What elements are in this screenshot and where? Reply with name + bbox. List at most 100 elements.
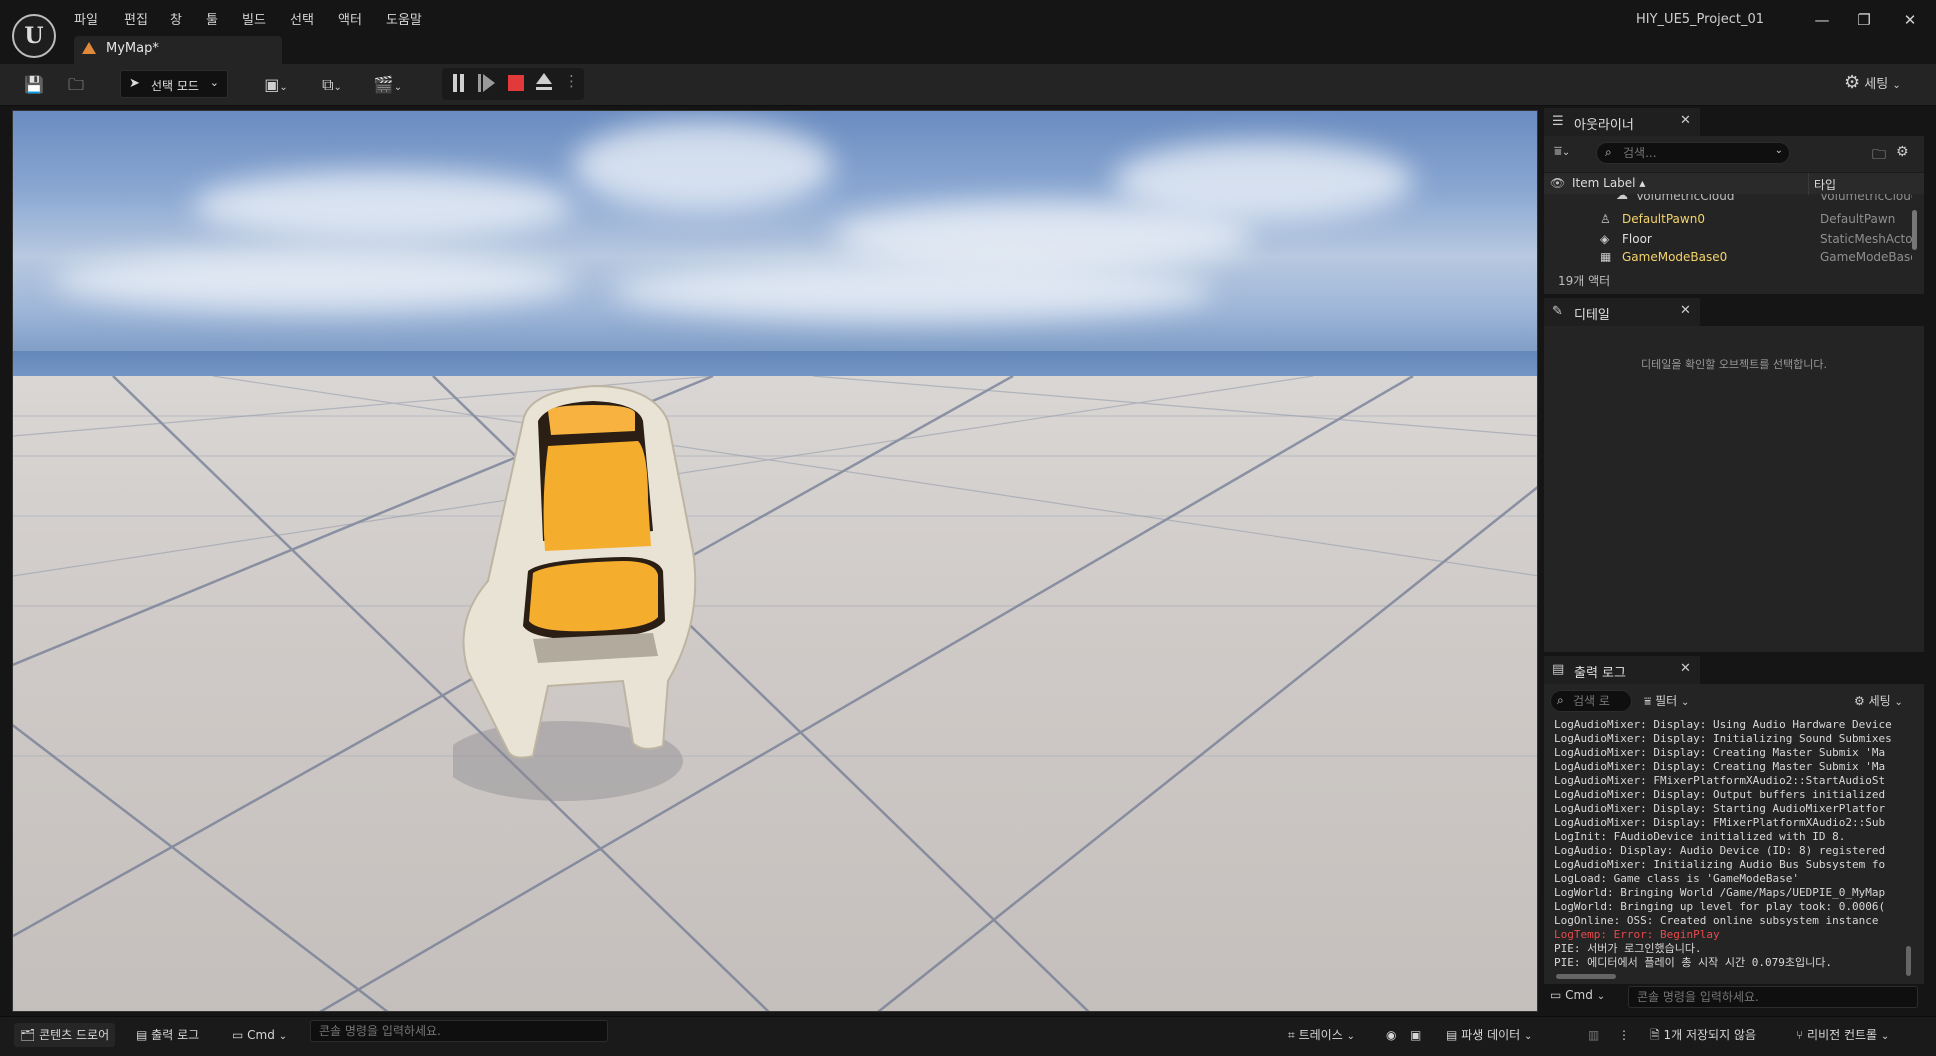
restore-button[interactable]: ❐ — [1844, 8, 1884, 32]
menu-select[interactable]: 선택 — [290, 10, 314, 32]
menu-help[interactable]: 도움말 — [386, 10, 422, 32]
log-line: LogAudioMixer: Display: Starting AudioMi… — [1554, 802, 1886, 815]
log-line: LogWorld: Bringing World /Game/Maps/UEDP… — [1554, 886, 1886, 899]
chair-mesh[interactable] — [453, 381, 723, 831]
outliner-search[interactable]: ⌕ ⌄ — [1596, 142, 1790, 164]
log-line: LogAudioMixer: Display: Output buffers i… — [1554, 788, 1886, 801]
filter-icon[interactable]: ⩸⌄ — [1554, 144, 1570, 159]
log-console-field[interactable] — [1628, 986, 1918, 1008]
log-line: LogTemp: Error: BeginPlay — [1554, 928, 1720, 941]
outliner-scrollbar[interactable] — [1912, 210, 1917, 250]
add-folder-icon[interactable]: 🗀 — [1872, 144, 1886, 168]
console-field[interactable] — [310, 1020, 608, 1042]
pause-button[interactable] — [452, 74, 466, 92]
network-icon[interactable]: ▥ — [1588, 1023, 1599, 1047]
terminal-icon: ▭ — [1550, 988, 1562, 1002]
screenshot-icon[interactable]: ▣ — [1410, 1023, 1421, 1047]
more-options-icon[interactable]: ⋮ — [564, 72, 579, 90]
menu-build[interactable]: 빌드 — [242, 10, 266, 32]
console-input[interactable] — [319, 1023, 579, 1039]
column-type[interactable]: 타입 — [1814, 176, 1836, 193]
chevron-down-icon: ⌄ — [209, 76, 219, 89]
log-filter-button[interactable]: ⩸ 필터 ⌄ — [1644, 692, 1689, 709]
details-panel — [1544, 326, 1924, 652]
derived-data-button[interactable]: ▤ 파생 데이터 ⌄ — [1446, 1023, 1532, 1047]
more-options-icon[interactable]: ⋮ — [1618, 1023, 1630, 1047]
log-settings-label: 세팅 — [1868, 694, 1891, 708]
chevron-down-icon: ⌄ — [1346, 1031, 1355, 1042]
settings-button[interactable]: ⚙ 세팅 ⌄ — [1844, 72, 1901, 93]
log-line: LogInit: FAudioDevice initialized with I… — [1554, 830, 1846, 843]
level-viewport[interactable] — [12, 110, 1538, 1012]
project-title: HIY_UE5_Project_01 — [1636, 12, 1765, 27]
output-log-tab-label: 출력 로그 — [1574, 666, 1626, 681]
log-settings-button[interactable]: ⚙ 세팅 ⌄ — [1854, 692, 1903, 709]
visibility-icon[interactable]: 👁 — [1550, 176, 1565, 190]
close-icon[interactable]: ✕ — [1680, 113, 1691, 128]
minimize-button[interactable]: — — [1802, 8, 1842, 32]
log-line: LogAudioMixer: Display: Creating Master … — [1554, 746, 1886, 759]
add-actor-icon[interactable]: ▣⌄ — [256, 71, 296, 99]
outliner-header: 👁 Item Label ▴ 타입 — [1544, 172, 1924, 195]
trace-button[interactable]: ⌗ 트레이스 ⌄ — [1288, 1023, 1355, 1047]
floor-plane — [13, 376, 1537, 1011]
outliner-search-input[interactable] — [1623, 145, 1763, 161]
actor-label: DefaultPawn0 — [1622, 212, 1705, 226]
content-drawer-icon: 🗂 — [20, 1028, 36, 1042]
log-search-input[interactable] — [1573, 693, 1627, 709]
log-cmd-dropdown[interactable]: ▭ Cmd ⌄ — [1550, 988, 1605, 1002]
list-item[interactable]: ▦ GameModeBase0 GameModeBase — [1544, 252, 1914, 262]
unreal-logo-icon[interactable]: U — [12, 14, 56, 58]
eject-button[interactable] — [534, 73, 554, 93]
settings-label: 세팅 — [1864, 77, 1889, 92]
menu-actor[interactable]: 액터 — [338, 10, 362, 32]
column-item-label[interactable]: Item Label ▴ — [1572, 176, 1645, 190]
details-tab[interactable]: ✎ 디테일 ✕ — [1544, 298, 1700, 326]
log-search[interactable]: ⌕ — [1550, 690, 1632, 712]
log-output[interactable]: LogAudioMixer: Display: Using Audio Hard… — [1554, 718, 1900, 972]
browse-content-icon[interactable]: 🗀 — [62, 71, 90, 99]
output-log-tab[interactable]: ▤ 출력 로그 ✕ — [1544, 656, 1700, 684]
trace-icon: ⌗ — [1288, 1028, 1295, 1042]
chevron-down-icon[interactable]: ⌄ — [1775, 145, 1783, 156]
cinematics-icon[interactable]: 🎬⌄ — [368, 71, 408, 99]
record-icon[interactable]: ◉ — [1386, 1023, 1396, 1047]
close-icon[interactable]: ✕ — [1680, 303, 1691, 318]
sky — [13, 111, 1537, 376]
unsaved-assets-button[interactable]: 🗎 1개 저장되지 않음 — [1650, 1023, 1756, 1047]
output-log-button[interactable]: ▤ 출력 로그 — [136, 1023, 199, 1047]
log-line: LogWorld: Bringing up level for play too… — [1554, 900, 1886, 913]
list-item[interactable]: ☁ VolumetricCloud VolumetricCloud — [1544, 194, 1914, 206]
log-horizontal-scrollbar[interactable] — [1556, 974, 1616, 979]
mesh-icon: ◈ — [1600, 232, 1610, 246]
log-icon: ▤ — [1552, 662, 1565, 677]
content-drawer-button[interactable]: 🗂 콘텐츠 드로어 — [14, 1023, 116, 1047]
log-line: LogAudioMixer: Initializing Audio Bus Su… — [1554, 858, 1886, 871]
list-item[interactable]: ♙ DefaultPawn0 DefaultPawn — [1544, 210, 1914, 230]
step-frame-button[interactable] — [478, 74, 496, 92]
gear-icon[interactable]: ⚙ — [1896, 144, 1909, 160]
menu-tools[interactable]: 툴 — [206, 10, 218, 32]
menu-file[interactable]: 파일 — [74, 10, 98, 32]
save-icon[interactable]: 💾 — [20, 71, 48, 99]
blueprint-icon[interactable]: ⧉⌄ — [312, 71, 352, 99]
log-line: LogAudioMixer: Display: FMixerPlatformXA… — [1554, 816, 1886, 829]
branch-icon: ⑂ — [1796, 1028, 1804, 1042]
close-button[interactable]: ✕ — [1890, 8, 1930, 32]
outliner-tab[interactable]: ☰ 아웃라이너 ✕ — [1544, 108, 1700, 136]
list-item[interactable]: ◈ Floor StaticMeshActor — [1544, 230, 1914, 250]
stop-button[interactable] — [508, 75, 524, 91]
log-console-input[interactable] — [1637, 989, 1897, 1005]
select-mode-dropdown[interactable]: ➤ 선택 모드 ⌄ — [120, 70, 228, 98]
menu-edit[interactable]: 편집 — [124, 10, 148, 32]
log-vertical-scrollbar[interactable] — [1906, 946, 1911, 976]
revision-control-button[interactable]: ⑂ 리비전 컨트롤 ⌄ — [1796, 1023, 1889, 1047]
filter-icon: ⩸ — [1644, 694, 1652, 708]
close-icon[interactable]: ✕ — [1680, 661, 1691, 676]
gear-icon: ⚙ — [1844, 72, 1861, 93]
menu-window[interactable]: 창 — [170, 10, 182, 32]
map-document-tab[interactable]: MyMap* — [74, 36, 282, 64]
unsaved-icon: 🗎 — [1650, 1028, 1660, 1042]
cmd-dropdown[interactable]: ▭ Cmd ⌄ — [232, 1023, 287, 1047]
actor-type: DefaultPawn — [1820, 212, 1896, 226]
